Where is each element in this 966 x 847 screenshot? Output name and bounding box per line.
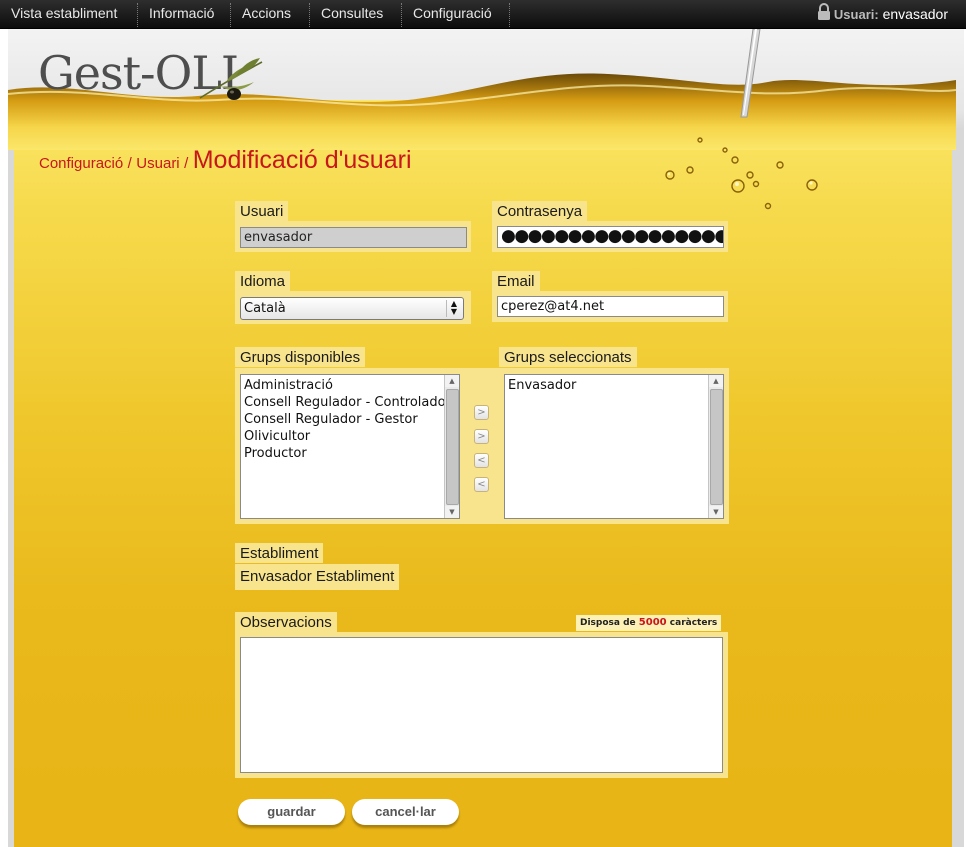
page-title: Modificació d'usuari (192, 146, 412, 174)
scroll-thumb[interactable] (710, 389, 723, 505)
nav-consultes[interactable]: Consultes (321, 0, 383, 28)
list-item[interactable]: Administració (241, 377, 459, 394)
user-name: envasador (882, 6, 948, 22)
scroll-down-icon[interactable]: ▼ (445, 506, 459, 518)
scrollbar[interactable]: ▲ ▼ (708, 375, 723, 518)
user-prefix-label: Usuari: (833, 7, 879, 22)
list-item[interactable]: Envasador (505, 377, 723, 394)
language-select[interactable]: Català ▲ ▼ (240, 297, 464, 320)
grups-seleccionats-label: Grups seleccionats (499, 347, 637, 367)
counter-prefix: Disposa de (580, 618, 636, 628)
counter-suffix: caràcters (669, 618, 718, 628)
scrollbar[interactable]: ▲ ▼ (444, 375, 459, 518)
nav-divider (230, 3, 231, 27)
nav-divider (509, 3, 510, 27)
oil-stream-decoration (740, 29, 761, 118)
list-item[interactable]: Olivicultor (241, 428, 459, 445)
breadcrumb-separator: / (184, 155, 189, 172)
breadcrumb: Configuració / Usuari / Modificació d'us… (39, 146, 412, 175)
scroll-thumb[interactable] (446, 389, 459, 505)
usuari-label: Usuari (235, 201, 289, 221)
scroll-up-icon[interactable]: ▲ (445, 375, 459, 387)
nav-divider (401, 3, 402, 27)
add-all-groups-button[interactable]: > (474, 429, 489, 444)
password-input[interactable]: ●●●●●●●●●●●●●●●●●●●●● (497, 226, 724, 248)
breadcrumb-configuracio[interactable]: Configuració (39, 155, 123, 172)
bubbles-decoration (665, 137, 818, 210)
usuari-input: envasador (240, 227, 467, 248)
nav-informacio[interactable]: Informació (149, 0, 214, 28)
breadcrumb-usuari[interactable]: Usuari (136, 155, 179, 172)
list-item[interactable]: Consell Regulador - Controlador (241, 394, 459, 411)
character-counter: Disposa de 5000 caràcters (576, 615, 722, 631)
observacions-textarea[interactable] (240, 637, 723, 773)
current-user[interactable]: Usuari: envasador (817, 0, 948, 28)
save-button[interactable]: guardar (238, 799, 345, 825)
available-groups-list[interactable]: Administració Consell Regulador - Contro… (240, 374, 460, 519)
olive-branch-icon (199, 58, 263, 100)
email-input[interactable]: cperez@at4.net (497, 296, 724, 317)
lock-icon (817, 1, 831, 29)
add-group-button[interactable]: > (474, 405, 489, 420)
language-select-value: Català (244, 301, 286, 316)
nav-accions[interactable]: Accions (242, 0, 291, 28)
email-label: Email (492, 271, 540, 291)
selected-groups-list[interactable]: Envasador ▲ ▼ (504, 374, 724, 519)
observacions-label: Observacions (235, 612, 337, 632)
contrasenya-label: Contrasenya (492, 201, 588, 221)
remove-all-groups-button[interactable]: < (474, 477, 489, 492)
nav-divider (309, 3, 310, 27)
remove-group-button[interactable]: < (474, 453, 489, 468)
cancel-button[interactable]: cancel·lar (352, 799, 459, 825)
scroll-down-icon[interactable]: ▼ (709, 506, 723, 518)
establiment-label: Establiment (235, 543, 324, 563)
nav-configuracio[interactable]: Configuració (413, 0, 492, 28)
counter-value: 5000 (638, 617, 667, 628)
list-item[interactable]: Consell Regulador - Gestor (241, 411, 459, 428)
establiment-value: Envasador Establiment (235, 564, 400, 590)
scroll-up-icon[interactable]: ▲ (709, 375, 723, 387)
top-navigation-bar: Vista establiment Informació Accions Con… (0, 0, 966, 29)
list-item[interactable]: Productor (241, 445, 459, 462)
nav-divider (137, 3, 138, 27)
idioma-label: Idioma (235, 271, 291, 291)
nav-vista-establiment[interactable]: Vista establiment (11, 0, 117, 28)
breadcrumb-separator: / (127, 155, 132, 172)
select-arrows-icon: ▲ ▼ (446, 300, 461, 317)
grups-disponibles-label: Grups disponibles (235, 347, 366, 367)
